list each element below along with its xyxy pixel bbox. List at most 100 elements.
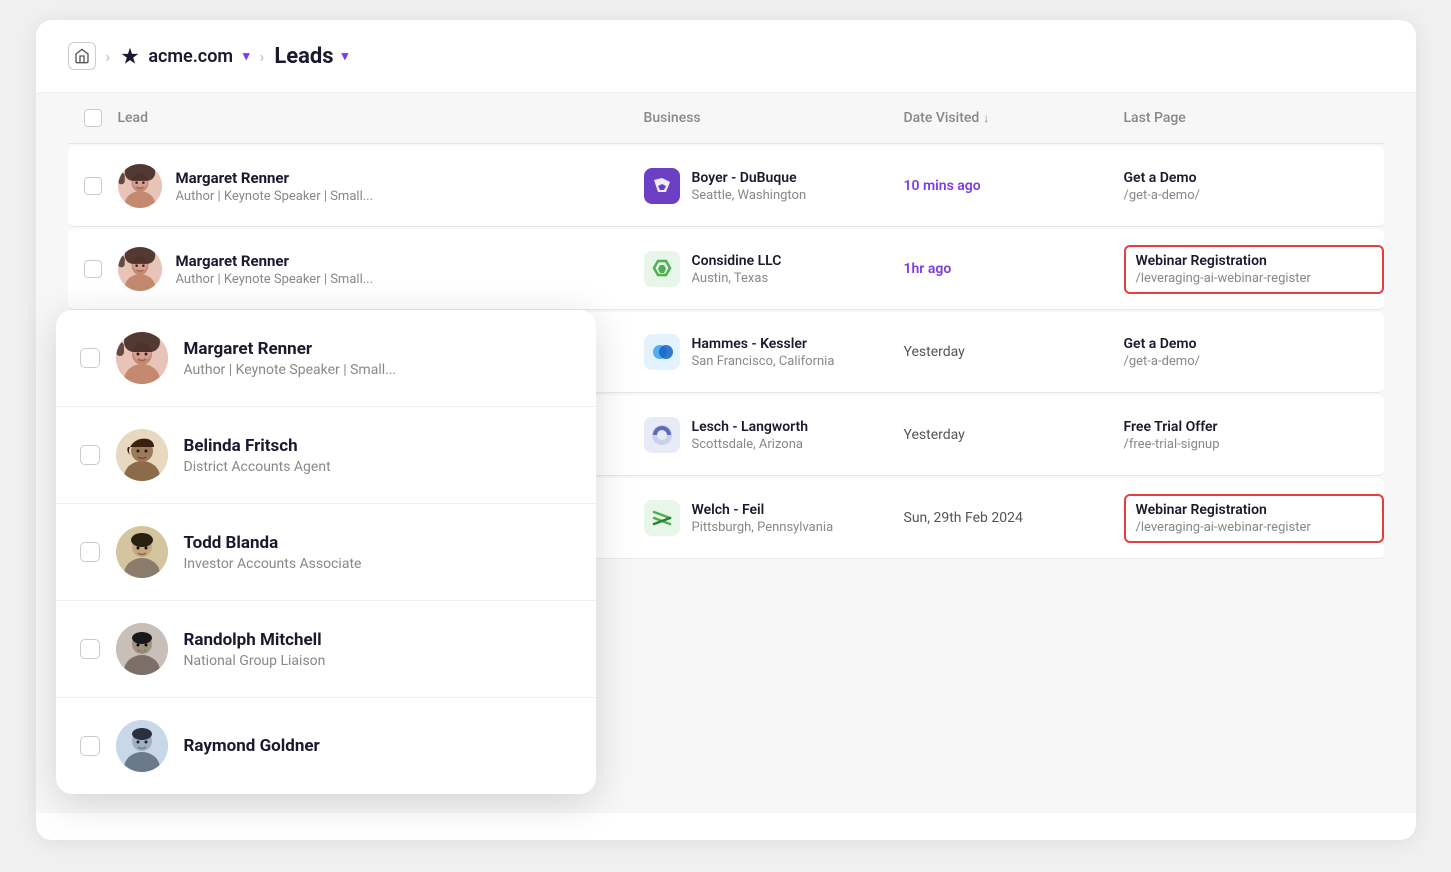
avatar (118, 164, 162, 208)
panel-info: Randolph Mitchell National Group Liaison (184, 630, 326, 669)
last-page-cell: Get a Demo /get-a-demo/ (1124, 336, 1384, 369)
table-row[interactable]: Margaret Renner Author | Keynote Speaker… (68, 229, 1384, 310)
row-checkbox-cell (68, 177, 118, 195)
biz-location: Austin, Texas (692, 271, 782, 286)
business-cell: Considine LLC Austin, Texas (644, 251, 904, 287)
col-header-checkbox (68, 109, 118, 127)
page-url: /get-a-demo/ (1124, 188, 1384, 203)
panel-checkbox[interactable] (80, 639, 100, 659)
acme-dropdown[interactable]: ▾ (243, 49, 250, 64)
leads-dropdown[interactable]: ▾ (342, 49, 349, 64)
page-url: /leveraging-ai-webinar-register (1136, 271, 1372, 286)
date-cell: 1hr ago (904, 261, 1124, 277)
panel-title: Investor Accounts Associate (184, 556, 362, 572)
biz-info: Hammes - Kessler San Francisco, Californ… (692, 336, 835, 369)
biz-info: Considine LLC Austin, Texas (692, 253, 782, 286)
biz-location: Seattle, Washington (692, 188, 807, 203)
biz-location: Scottsdale, Arizona (692, 437, 809, 452)
avatar (118, 247, 162, 291)
breadcrumb-sep-2: › (260, 47, 265, 66)
biz-location: Pittsburgh, Pennsylvania (692, 520, 834, 535)
biz-logo (644, 417, 680, 453)
panel-name: Belinda Fritsch (184, 436, 331, 456)
page-name: Get a Demo (1124, 336, 1384, 352)
panel-avatar (116, 623, 168, 675)
row-checkbox[interactable] (84, 260, 102, 278)
row-checkbox-cell (68, 260, 118, 278)
date-cell: Sun, 29th Feb 2024 (904, 510, 1124, 526)
biz-logo (644, 168, 680, 204)
lead-name: Margaret Renner (176, 169, 374, 187)
select-all-checkbox[interactable] (84, 109, 102, 127)
panel-name: Margaret Renner (184, 339, 397, 359)
biz-info: Lesch - Langworth Scottsdale, Arizona (692, 419, 809, 452)
sort-icon: ↓ (983, 111, 989, 125)
leads-label: Leads (274, 44, 333, 69)
biz-logo (644, 334, 680, 370)
last-page-cell: Free Trial Offer /free-trial-signup (1124, 419, 1384, 452)
table-row[interactable]: Margaret Renner Author | Keynote Speaker… (68, 146, 1384, 227)
lead-cell: Margaret Renner Author | Keynote Speaker… (118, 247, 644, 291)
last-page-cell: Get a Demo /get-a-demo/ (1124, 170, 1384, 203)
panel-info: Margaret Renner Author | Keynote Speaker… (184, 339, 397, 378)
panel-row[interactable]: Margaret Renner Author | Keynote Speaker… (56, 310, 596, 407)
lead-cell: Margaret Renner Author | Keynote Speaker… (118, 164, 644, 208)
date-cell: Yesterday (904, 427, 1124, 443)
panel-avatar (116, 332, 168, 384)
page-name: Get a Demo (1124, 170, 1384, 186)
breadcrumb-leads[interactable]: Leads ▾ (274, 44, 348, 69)
breadcrumb-sep-1: › (106, 47, 111, 66)
biz-info: Welch - Feil Pittsburgh, Pennsylvania (692, 502, 834, 535)
sparkle-icon (120, 46, 140, 66)
main-container: › acme.com ▾ › Leads ▾ Lead Business (36, 20, 1416, 840)
date-cell: Yesterday (904, 344, 1124, 360)
row-checkbox[interactable] (84, 177, 102, 195)
col-header-lastpage: Last Page (1124, 109, 1384, 127)
biz-location: San Francisco, California (692, 354, 835, 369)
panel-title: Author | Keynote Speaker | Small... (184, 362, 397, 378)
biz-name: Lesch - Langworth (692, 419, 809, 435)
table-header: Lead Business Date Visited ↓ Last Page (68, 93, 1384, 144)
business-cell: Boyer - DuBuque Seattle, Washington (644, 168, 904, 204)
home-button[interactable] (68, 42, 96, 70)
panel-avatar (116, 720, 168, 772)
panel-name: Todd Blanda (184, 533, 362, 553)
acme-label: acme.com (148, 46, 233, 67)
biz-name: Considine LLC (692, 253, 782, 269)
business-cell: Hammes - Kessler San Francisco, Californ… (644, 334, 904, 370)
biz-name: Welch - Feil (692, 502, 834, 518)
business-cell: Welch - Feil Pittsburgh, Pennsylvania (644, 500, 904, 536)
panel-name: Raymond Goldner (184, 736, 320, 756)
panel-row[interactable]: Randolph Mitchell National Group Liaison (56, 601, 596, 698)
date-cell: 10 mins ago (904, 178, 1124, 194)
panel-info: Raymond Goldner (184, 736, 320, 756)
panel-row[interactable]: Todd Blanda Investor Accounts Associate (56, 504, 596, 601)
breadcrumb-acme[interactable]: acme.com ▾ (120, 46, 249, 67)
page-url: /free-trial-signup (1124, 437, 1384, 452)
page-url: /leveraging-ai-webinar-register (1136, 520, 1372, 535)
page-name: Webinar Registration (1136, 253, 1372, 269)
col-header-lead: Lead (118, 109, 644, 127)
floating-panel: Margaret Renner Author | Keynote Speaker… (56, 310, 596, 794)
panel-checkbox[interactable] (80, 445, 100, 465)
business-cell: Lesch - Langworth Scottsdale, Arizona (644, 417, 904, 453)
panel-title: District Accounts Agent (184, 459, 331, 475)
page-name: Free Trial Offer (1124, 419, 1384, 435)
panel-row[interactable]: Belinda Fritsch District Accounts Agent (56, 407, 596, 504)
biz-name: Hammes - Kessler (692, 336, 835, 352)
panel-checkbox[interactable] (80, 736, 100, 756)
lead-title: Author | Keynote Speaker | Small... (176, 272, 374, 287)
col-header-business: Business (644, 109, 904, 127)
col-header-date[interactable]: Date Visited ↓ (904, 109, 1124, 127)
lead-name: Margaret Renner (176, 252, 374, 270)
panel-checkbox[interactable] (80, 542, 100, 562)
last-page-cell-highlighted: Webinar Registration /leveraging-ai-webi… (1124, 245, 1384, 294)
panel-checkbox[interactable] (80, 348, 100, 368)
panel-info: Todd Blanda Investor Accounts Associate (184, 533, 362, 572)
panel-row[interactable]: Raymond Goldner (56, 698, 596, 794)
page-url: /get-a-demo/ (1124, 354, 1384, 369)
biz-logo (644, 500, 680, 536)
last-page-cell-highlighted: Webinar Registration /leveraging-ai-webi… (1124, 494, 1384, 543)
breadcrumb: › acme.com ▾ › Leads ▾ (36, 20, 1416, 93)
panel-info: Belinda Fritsch District Accounts Agent (184, 436, 331, 475)
